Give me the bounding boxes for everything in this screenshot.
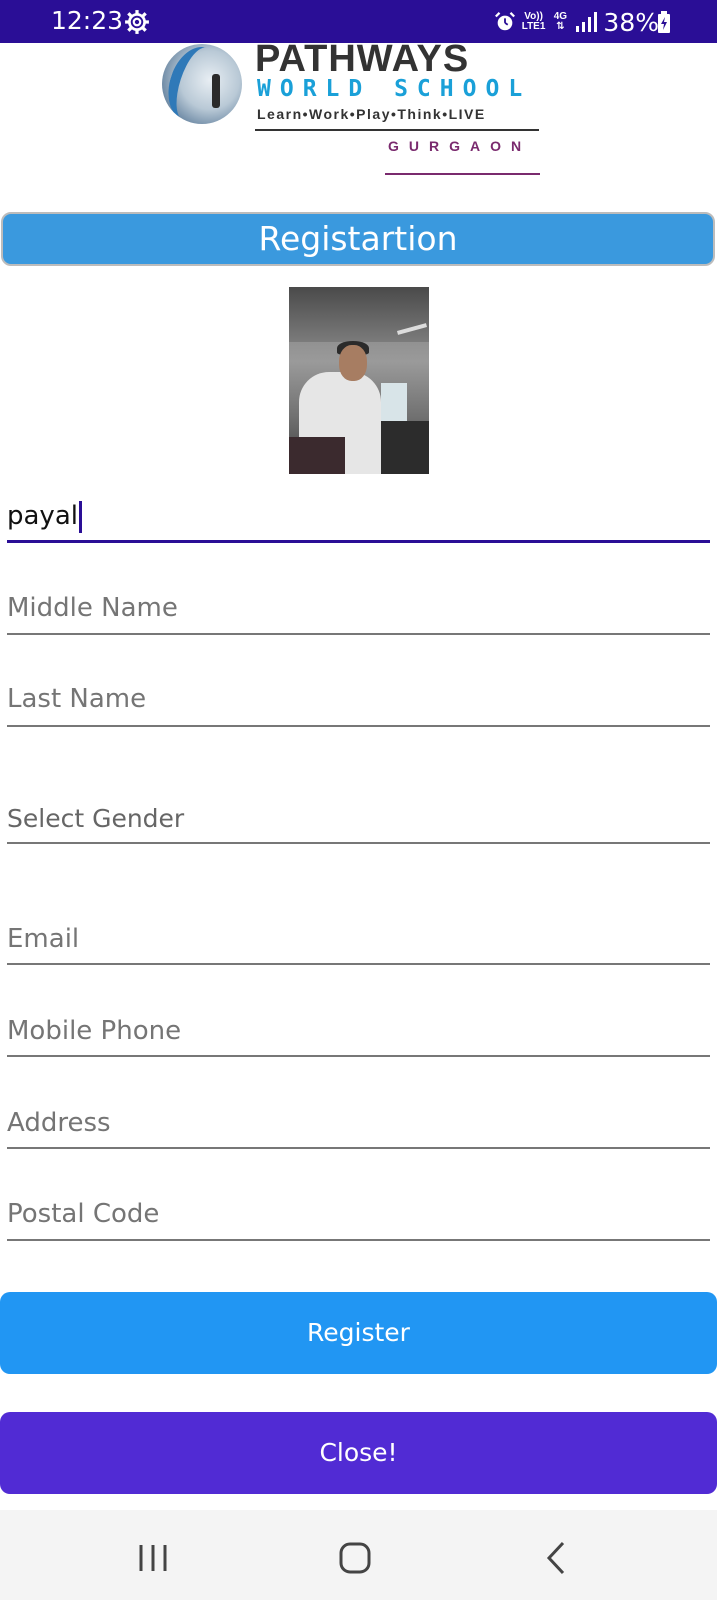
system-nav-bar <box>0 1510 717 1600</box>
battery-percent: 38% <box>603 7 659 37</box>
network-type: 4G ⇅ <box>551 12 569 32</box>
gear-icon <box>125 10 149 34</box>
logo-emblem <box>162 44 242 124</box>
email-field[interactable] <box>7 920 710 965</box>
alarm-icon <box>494 12 515 31</box>
middle-name-underline <box>7 633 710 635</box>
home-icon[interactable] <box>339 1542 371 1574</box>
postal-code-input[interactable] <box>7 1195 710 1233</box>
address-underline <box>7 1147 710 1149</box>
gender-picker-label[interactable]: Select Gender <box>7 800 710 838</box>
signal-icon <box>576 12 598 32</box>
data-arrows-icon: ⇅ <box>556 21 565 32</box>
last-name-field[interactable] <box>7 680 710 727</box>
mobile-phone-input[interactable] <box>7 1012 710 1050</box>
middle-name-field[interactable] <box>7 589 710 635</box>
text-cursor <box>78 500 82 533</box>
first-name-field[interactable]: payal <box>7 497 710 543</box>
mobile-phone-underline <box>7 1055 710 1057</box>
logo-title: PATHWAYS <box>255 38 470 80</box>
address-input[interactable] <box>7 1104 710 1142</box>
register-button[interactable]: Register <box>0 1292 717 1374</box>
status-bar: 12:23 Vo)) LTE1 4G ⇅ 38% <box>0 0 717 43</box>
logo-city: GURGAON <box>388 138 532 154</box>
gender-underline <box>7 842 710 844</box>
recents-icon[interactable] <box>138 1543 170 1573</box>
profile-photo[interactable] <box>289 287 429 474</box>
logo-subtitle: WORLD SCHOOL <box>257 76 532 102</box>
page-title: Registartion <box>1 212 715 266</box>
logo-tagline: Learn•Work•Play•Think•LIVE <box>257 106 486 122</box>
mobile-phone-field[interactable] <box>7 1012 710 1057</box>
first-name-input[interactable]: payal <box>7 497 710 535</box>
middle-name-input[interactable] <box>7 589 710 627</box>
back-icon[interactable] <box>545 1541 567 1575</box>
postal-code-underline <box>7 1239 710 1241</box>
close-button[interactable]: Close! <box>0 1412 717 1494</box>
last-name-input[interactable] <box>7 680 710 718</box>
first-name-underline <box>7 540 710 543</box>
address-field[interactable] <box>7 1104 710 1149</box>
postal-code-field[interactable] <box>7 1195 710 1241</box>
gender-picker[interactable]: Select Gender <box>7 800 710 844</box>
email-input[interactable] <box>7 920 710 958</box>
network-lte-label: LTE1 <box>521 21 546 32</box>
battery-charging-icon <box>658 11 670 33</box>
first-name-value: payal <box>7 501 78 531</box>
last-name-underline <box>7 725 710 727</box>
email-underline <box>7 963 710 965</box>
status-time: 12:23 <box>51 6 124 35</box>
school-logo: PATHWAYS WORLD SCHOOL Learn•Work•Play•Th… <box>160 38 560 175</box>
network-indicator: Vo)) LTE1 <box>522 12 546 32</box>
